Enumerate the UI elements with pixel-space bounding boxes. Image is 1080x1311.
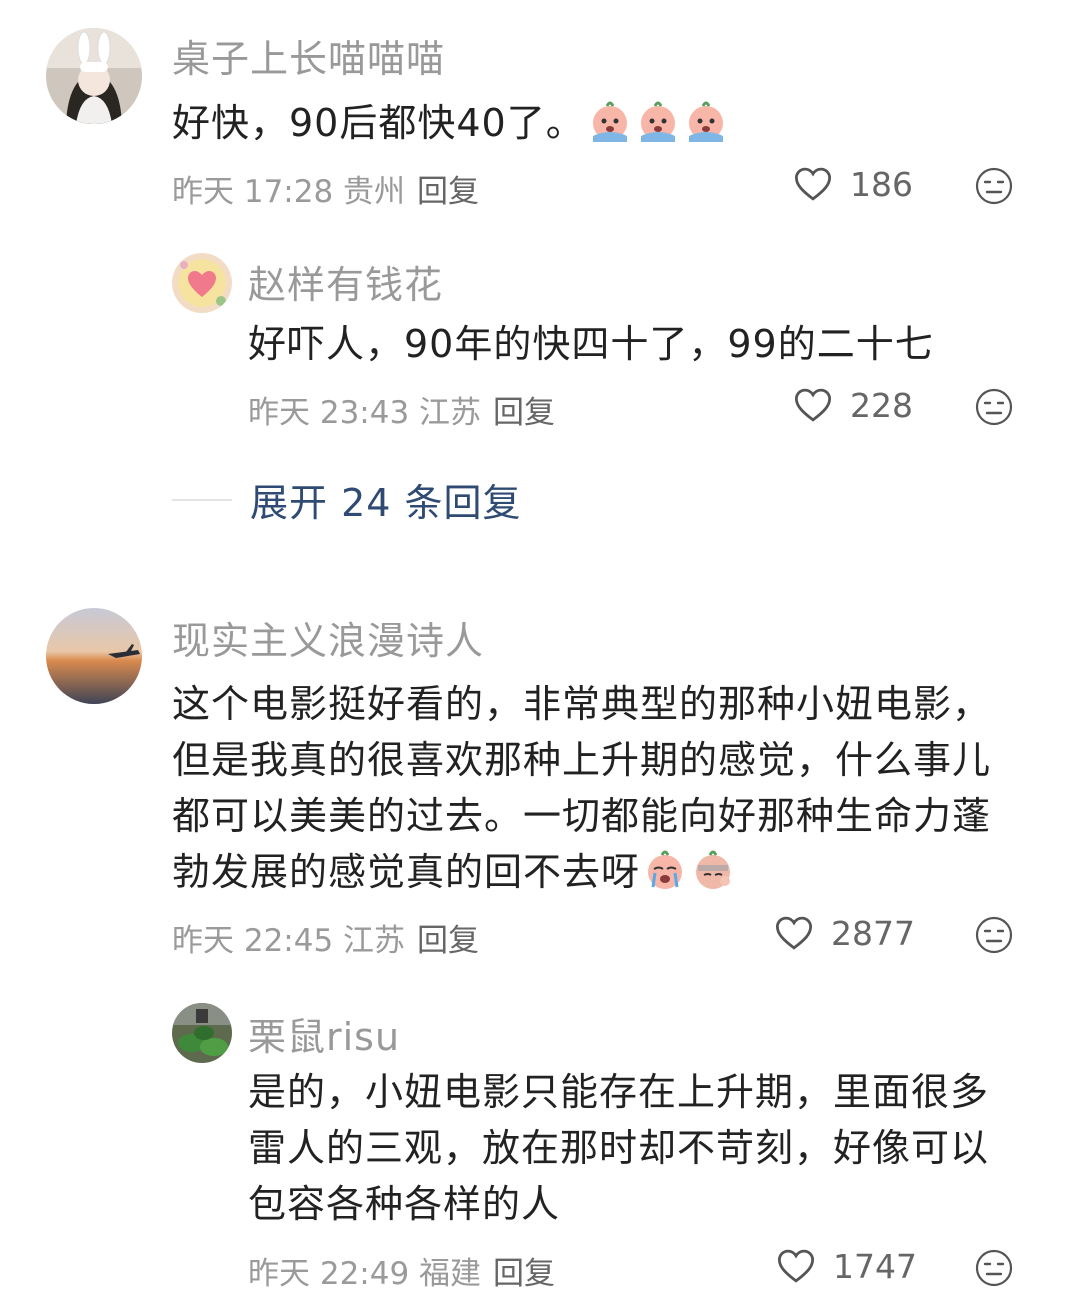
comment-text: 好快，90后都快40了。: [172, 95, 1032, 151]
avatar[interactable]: [172, 253, 232, 313]
username[interactable]: 栗鼠risu: [248, 1006, 400, 1061]
reply-button[interactable]: 回复: [417, 174, 479, 210]
crying-peach-emoji: [635, 98, 681, 144]
heart-outline-icon: [794, 167, 832, 201]
like-button[interactable]: 2877: [773, 912, 915, 954]
heart-outline-icon: [777, 1249, 815, 1283]
timestamp-location: 昨天 23:43 江苏: [248, 395, 482, 431]
like-count: 186: [850, 164, 913, 204]
heart-outline-icon: [775, 916, 813, 950]
divider: [172, 498, 232, 501]
dislike-face-icon: [975, 1249, 1013, 1287]
like-count: 2877: [831, 913, 915, 953]
reply-button[interactable]: 回复: [493, 1256, 555, 1292]
reply-meta: 昨天 22:49 福建 回复: [248, 1248, 555, 1293]
username[interactable]: 赵样有钱花: [248, 254, 443, 309]
crying-peach-emoji: [642, 847, 688, 893]
avatar[interactable]: [46, 28, 142, 124]
crying-peach-emoji: [683, 98, 729, 144]
like-button[interactable]: 186: [792, 163, 913, 205]
username[interactable]: 现实主义浪漫诗人: [172, 610, 484, 665]
like-count: 228: [850, 385, 913, 425]
dislike-face-icon: [975, 916, 1013, 954]
dislike-button[interactable]: [974, 1248, 1014, 1288]
comment-meta: 昨天 22:45 江苏 回复: [172, 915, 479, 960]
expand-replies-label: 展开 24 条回复: [250, 481, 522, 525]
avatar[interactable]: [46, 608, 142, 704]
reply-text: 是的，小妞电影只能存在上升期，里面很多雷人的三观，放在那时却不苛刻，好像可以包容…: [248, 1070, 990, 1226]
timestamp-location: 昨天 22:45 江苏: [172, 923, 406, 959]
dislike-button[interactable]: [974, 387, 1014, 427]
comment-meta: 昨天 17:28 贵州 回复: [172, 166, 479, 211]
timestamp-location: 昨天 17:28 贵州: [172, 174, 406, 210]
dislike-button[interactable]: [974, 166, 1014, 206]
comment-text-content: 这个电影挺好看的，非常典型的那种小妞电影，但是我真的很喜欢那种上升期的感觉，什么…: [172, 682, 992, 894]
dislike-face-icon: [975, 388, 1013, 426]
avatar[interactable]: [172, 1003, 232, 1063]
like-count: 1747: [833, 1246, 917, 1286]
crying-peach-emoji: [587, 98, 633, 144]
comment-text: 这个电影挺好看的，非常典型的那种小妞电影，但是我真的很喜欢那种上升期的感觉，什么…: [172, 676, 1022, 900]
reply-button[interactable]: 回复: [493, 395, 555, 431]
like-button[interactable]: 228: [792, 384, 913, 426]
username[interactable]: 桌子上长喵喵喵: [172, 28, 445, 83]
timestamp-location: 昨天 22:49 福建: [248, 1256, 482, 1292]
expand-replies-button[interactable]: 展开 24 条回复: [172, 472, 522, 527]
sad-peach-emoji: [690, 847, 736, 893]
reply-meta: 昨天 23:43 江苏 回复: [248, 387, 555, 432]
dislike-face-icon: [975, 167, 1013, 205]
dislike-button[interactable]: [974, 915, 1014, 955]
heart-outline-icon: [794, 388, 832, 422]
like-button[interactable]: 1747: [775, 1245, 917, 1287]
comment-text-content: 好快，90后都快40了。: [172, 101, 585, 145]
reply-text: 好吓人，90年的快四十了，99的二十七: [248, 322, 934, 366]
reply-button[interactable]: 回复: [417, 923, 479, 959]
